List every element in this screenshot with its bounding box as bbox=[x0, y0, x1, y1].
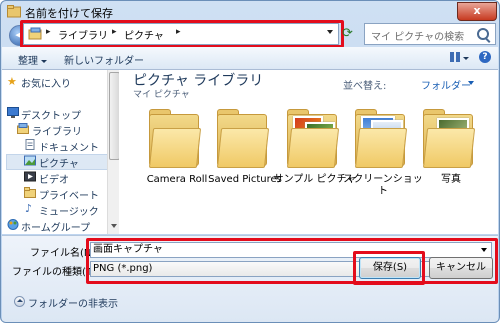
chevron-right-icon[interactable]: ▸ bbox=[176, 27, 181, 37]
filename-input[interactable]: 画面キャプチャ bbox=[90, 242, 492, 258]
navigation-bar: ◀ ▶ ▸ ライブラリ ▸ ピクチャ ▸ ⟳ マイ ピクチャの検索 bbox=[3, 20, 497, 48]
address-segment-pictures[interactable]: ピクチャ bbox=[124, 27, 164, 42]
navigation-pane: ★ お気に入り デスクトップ ライブラリ ドキュメント ピクチャ ビデオ プライ… bbox=[2, 70, 120, 234]
nav-item-homegroup[interactable]: ホームグループ bbox=[21, 219, 90, 234]
music-icon: ♪ bbox=[25, 202, 33, 215]
chevron-down-icon bbox=[41, 59, 47, 63]
chevron-right-icon[interactable]: ▸ bbox=[112, 27, 117, 37]
organize-button[interactable]: 整理 bbox=[18, 52, 47, 67]
hide-folders-toggle[interactable]: フォルダーの非表示 bbox=[28, 295, 118, 310]
star-icon: ★ bbox=[7, 75, 17, 88]
organize-label: 整理 bbox=[18, 56, 38, 67]
folder-name: 写真 bbox=[441, 174, 461, 185]
nav-item-videos[interactable]: ビデオ bbox=[39, 171, 69, 186]
refresh-icon[interactable]: ⟳ bbox=[342, 27, 356, 41]
homegroup-icon bbox=[7, 219, 19, 230]
folder-front bbox=[286, 128, 340, 168]
search-input[interactable]: マイ ピクチャの検索 bbox=[364, 23, 496, 45]
address-segment-library[interactable]: ライブラリ bbox=[58, 27, 108, 42]
video-icon bbox=[24, 171, 36, 182]
search-icon[interactable] bbox=[477, 28, 489, 40]
cancel-button[interactable]: キャンセル bbox=[429, 257, 493, 279]
folder-item[interactable]: 写真 bbox=[415, 106, 487, 196]
library-icon bbox=[17, 123, 29, 134]
arrange-by-label: 並べ替え: bbox=[343, 81, 387, 92]
title-bar: 名前を付けて保存 x bbox=[1, 1, 499, 23]
folder-front bbox=[354, 128, 408, 168]
file-list-pane: ピクチャ ライブラリ マイ ピクチャ 並べ替え: フォルダー Camera Ro… bbox=[119, 70, 498, 234]
filetype-label: ファイルの種類(T): bbox=[12, 267, 100, 278]
chevron-down-icon[interactable] bbox=[327, 30, 333, 34]
nav-item-libraries[interactable]: ライブラリ bbox=[32, 123, 82, 138]
chevron-down-icon[interactable] bbox=[463, 57, 469, 60]
chevron-right-icon[interactable]: ▸ bbox=[46, 27, 51, 37]
address-bar[interactable]: ▸ ライブラリ ▸ ピクチャ ▸ bbox=[23, 23, 339, 45]
toolbar: 整理 新しいフォルダー ? bbox=[2, 47, 498, 70]
nav-item-pictures[interactable]: ピクチャ bbox=[39, 155, 79, 170]
help-icon[interactable]: ? bbox=[479, 51, 491, 63]
nav-item-music[interactable]: ミュージック bbox=[39, 203, 99, 218]
dialog-icon bbox=[7, 5, 21, 18]
nav-item-desktop[interactable]: デスクトップ bbox=[21, 107, 81, 122]
views-icon[interactable] bbox=[450, 52, 460, 62]
folder-front bbox=[148, 128, 202, 168]
filename-label: ファイル名(N): bbox=[30, 248, 99, 259]
scroll-down-arrow[interactable] bbox=[111, 224, 117, 228]
close-button[interactable]: x bbox=[457, 2, 497, 21]
desktop-icon bbox=[7, 107, 19, 118]
filetype-value: PNG (*.png) bbox=[93, 263, 153, 274]
collapse-icon[interactable] bbox=[14, 296, 25, 307]
folder-front bbox=[216, 128, 270, 168]
chevron-down-icon[interactable] bbox=[481, 248, 487, 252]
window-title: 名前を付けて保存 bbox=[25, 7, 113, 20]
chevron-down-icon[interactable] bbox=[468, 81, 474, 85]
filename-value: 画面キャプチャ bbox=[93, 244, 163, 255]
picture-icon bbox=[24, 155, 36, 166]
library-subtitle: マイ ピクチャ bbox=[133, 90, 190, 100]
folder-front bbox=[422, 128, 476, 168]
save-button[interactable]: 保存(S) bbox=[359, 257, 421, 279]
new-folder-button[interactable]: 新しいフォルダー bbox=[64, 52, 144, 67]
nav-item-documents[interactable]: ドキュメント bbox=[39, 139, 99, 154]
nav-item-private[interactable]: プライベート bbox=[39, 187, 99, 202]
save-options-panel: ファイル名(N): 画面キャプチャ ファイルの種類(T): PNG (*.png… bbox=[2, 235, 498, 322]
save-as-dialog: 名前を付けて保存 x ◀ ▶ ▸ ライブラリ ▸ ピクチャ ▸ ⟳ マイ ピクチ… bbox=[0, 0, 500, 323]
library-icon bbox=[28, 27, 42, 40]
folder-icon bbox=[24, 187, 36, 198]
search-placeholder: マイ ピクチャの検索 bbox=[371, 32, 465, 43]
nav-item-favorites[interactable]: お気に入り bbox=[21, 75, 71, 90]
document-icon bbox=[25, 139, 35, 150]
arrange-by-dropdown[interactable]: フォルダー bbox=[421, 77, 471, 92]
